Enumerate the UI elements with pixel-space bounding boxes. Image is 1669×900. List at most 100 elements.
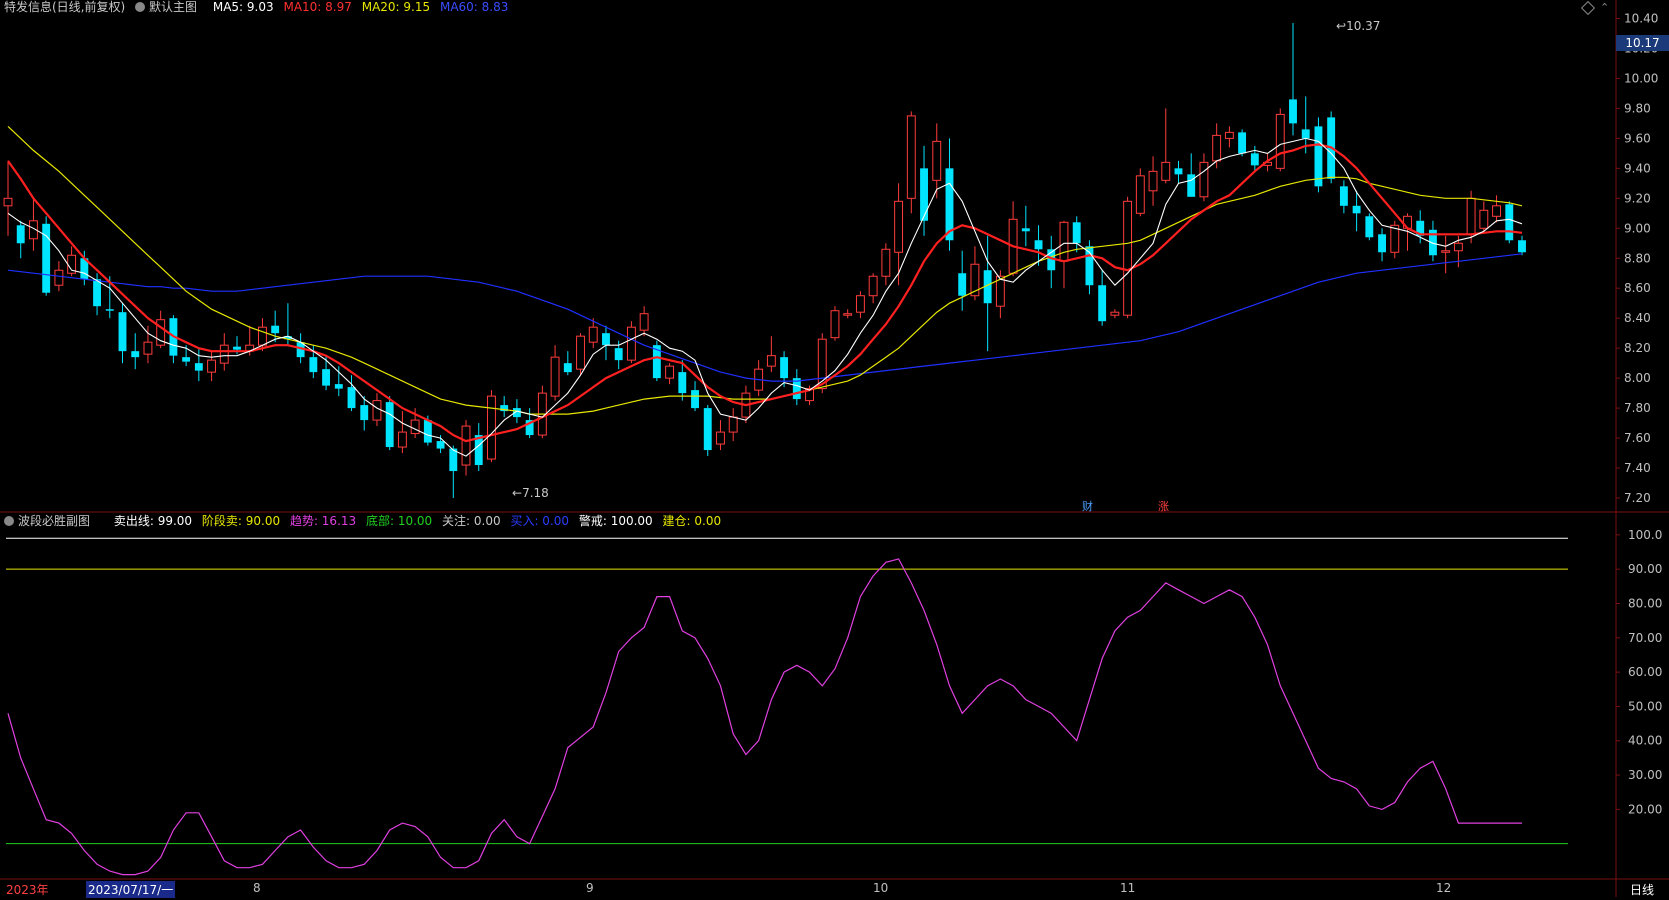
candle-body-down [1314, 126, 1323, 187]
candle-body-up [207, 359, 217, 373]
main-chart-header: 特发信息(日线,前复权) 默认主图 MA5: 9.03 MA10: 8.97 M… [4, 0, 514, 14]
price-tick-label: 9.40 [1624, 161, 1651, 175]
candle-body-up [716, 431, 725, 445]
candle-body-down [105, 309, 114, 311]
price-tick-label: 10.40 [1624, 11, 1658, 25]
x-label-dec: 12 [1436, 881, 1452, 895]
sell-line-label: 卖出线: 99.00 [113, 514, 193, 528]
candle-body-down [920, 168, 928, 221]
candle-body-down [131, 351, 140, 358]
watch-label: 关注: 0.00 [442, 514, 501, 528]
candle-body-up [1110, 311, 1120, 316]
x-label-year: 2023年 [6, 883, 49, 897]
candle-body-up [1059, 221, 1069, 262]
candle-body-down [691, 390, 699, 409]
price-tick-label: 7.60 [1624, 431, 1651, 445]
candle-body-up [1135, 175, 1145, 214]
alert-label: 警戒: 100.00 [578, 514, 653, 528]
candle-body-down [1339, 186, 1348, 206]
candle-body-down [1289, 99, 1297, 124]
candle-body-up [626, 326, 636, 361]
stock-title[interactable]: 特发信息(日线,前复权) [4, 0, 125, 14]
trend-label: 趋势: 16.13 [289, 514, 357, 528]
stage-sell-label: 阶段卖: 90.00 [201, 514, 281, 528]
gear-icon[interactable] [4, 516, 14, 526]
candle-body-down [385, 402, 394, 448]
ma10-label: MA10: 8.97 [283, 0, 352, 14]
ma5-line [7, 137, 1523, 457]
candle-body-up [588, 326, 598, 343]
candle-body-down [614, 348, 623, 361]
candle-body-up [906, 115, 916, 199]
sub-chart-header: 波段必胜副图 卖出线: 99.00 阶段卖: 90.00 趋势: 16.13 底… [4, 514, 727, 528]
candle-body-down [423, 420, 432, 443]
indicator-selector[interactable]: 波段必胜副图 [4, 514, 96, 528]
candle-body-down [436, 441, 445, 449]
indicator-tick-label: 50.00 [1628, 699, 1662, 713]
indicator-tick-label: 90.00 [1628, 562, 1662, 576]
candle-body-down [93, 279, 102, 307]
candle-body-up [1199, 161, 1209, 198]
last-price-tag: 10.17 [1616, 35, 1669, 51]
buy-label: 买入: 0.00 [510, 514, 570, 528]
candle-body-down [1518, 240, 1526, 253]
limit-up-marker[interactable]: 涨 [1158, 498, 1169, 514]
x-label-sep: 9 [586, 881, 594, 895]
template-selector[interactable]: 默认主图 [135, 0, 203, 14]
price-tick-label: 8.00 [1624, 371, 1651, 385]
candle-body-down [1034, 240, 1043, 250]
price-tick-label: 9.00 [1624, 221, 1651, 235]
period-label[interactable]: 日线 [1630, 881, 1654, 898]
price-tick-label: 8.20 [1624, 341, 1651, 355]
gear-icon[interactable] [135, 2, 146, 12]
chart-stage: 10.4010.2010.009.809.609.409.209.008.808… [0, 0, 1669, 897]
x-label-nov: 11 [1120, 881, 1136, 895]
kline-chart[interactable]: 10.4010.2010.009.809.609.409.209.008.808… [0, 0, 1669, 897]
candle-body-down [1021, 228, 1030, 232]
candle-body-up [1148, 170, 1158, 192]
candle-body-up [1441, 250, 1451, 253]
candle-body-up [372, 400, 382, 421]
candle-body-up [639, 313, 649, 331]
bottom-label: 底部: 10.00 [365, 514, 433, 528]
candle-body-up [881, 248, 891, 277]
candle-body-down [309, 357, 318, 373]
candle-body-up [1479, 209, 1489, 229]
candle-body-up [932, 140, 942, 181]
candle-body-down [1301, 129, 1310, 139]
candle-body-down [1505, 204, 1514, 241]
candle-body-down [1072, 222, 1081, 244]
candle-body-up [868, 275, 878, 297]
candle-body-down [563, 363, 572, 373]
candle-body-down [1352, 205, 1361, 214]
candle-body-up [397, 431, 407, 448]
candle-body-down [16, 225, 25, 244]
indicator-tick-label: 70.00 [1628, 631, 1662, 645]
candle-body-down [958, 273, 967, 296]
candle-body-up [219, 344, 229, 364]
candle-body-down [233, 346, 241, 350]
ma60-label: MA60: 8.83 [439, 0, 509, 14]
candle-body-up [728, 416, 738, 433]
candle-body-up [665, 365, 675, 379]
candle-body-up [258, 326, 267, 346]
ma5-label: MA5: 9.03 [212, 0, 274, 14]
candle-body-up [550, 356, 560, 397]
x-label-cursor-date: 2023/07/17/一 [86, 881, 176, 898]
ma10-line [7, 143, 1523, 443]
candle-body-down [271, 325, 280, 334]
candle-body-up [487, 395, 496, 460]
candle-body-up [1161, 161, 1171, 181]
price-tick-label: 7.80 [1624, 401, 1651, 415]
candle-body-down [347, 387, 356, 409]
indicator-tick-label: 40.00 [1628, 734, 1662, 748]
scroll-up-icon[interactable]: ⌃ [1600, 1, 1609, 14]
candle-body-up [1224, 131, 1234, 139]
price-tick-label: 7.20 [1624, 491, 1651, 505]
candle-body-up [830, 310, 840, 339]
candle-body-down [194, 363, 203, 371]
x-label-aug: 8 [253, 881, 261, 895]
candle-body-down [360, 405, 369, 421]
financial-report-marker[interactable]: 财 [1082, 498, 1093, 514]
candle-body-up [1275, 113, 1285, 169]
